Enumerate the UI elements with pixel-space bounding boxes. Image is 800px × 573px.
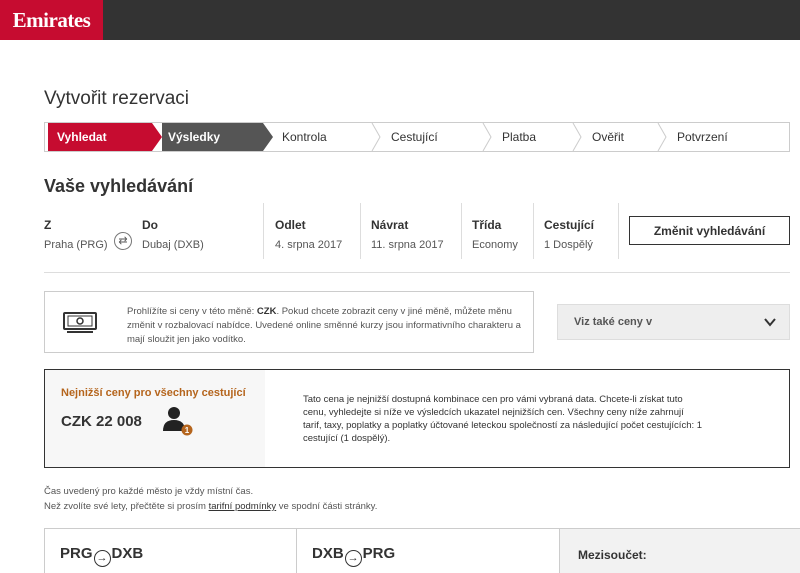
currency-code: CZK [256,306,277,317]
inbound-origin: DXB [312,545,344,562]
step-search-arrow [152,123,162,151]
depart-value: 4. srpna 2017 [275,239,343,251]
currency-select-label: Viz také ceny v [574,316,653,328]
passenger-count-badge: 1 [185,426,190,435]
currency-info-text: Prohlížíte si ceny v této měně: CZK. Pok… [127,305,527,347]
chevron-down-icon [764,318,776,327]
lowest-price-description: Tato cena je nejnižší dostupná kombinace… [303,394,703,444]
currency-text-before: Prohlížíte si ceny v této měně: [127,306,257,317]
divider [618,203,619,259]
class-value: Economy [472,239,518,251]
return-label: Návrat [371,218,409,232]
step-results-arrow [263,123,273,151]
return-value: 11. srpna 2017 [371,239,444,251]
step-passengers: Cestující [391,123,491,151]
swap-arrows-icon: ⇄ [114,232,132,250]
currency-select[interactable]: Viz také ceny v [557,304,790,340]
class-label: Třída [472,218,502,232]
step-label: Vyhledat [57,130,107,144]
divider [263,203,264,259]
fare-terms-note: Než zvolíte své lety, přečtěte si prosím… [44,501,377,512]
page-title: Vytvořit rezervaci [44,88,189,109]
step-divider-icon [657,123,667,151]
step-verify: Ověřit [592,123,662,151]
outbound-destination: DXB [111,545,144,562]
top-bar: Emirates [0,0,800,40]
fare-terms-link[interactable]: tarifní podmínky [209,501,277,512]
outbound-origin: PRG [60,545,93,562]
step-divider-icon [482,123,492,151]
lowest-price-value: CZK 22 008 [61,413,142,430]
to-label: Do [142,218,158,232]
step-label: Cestující [391,130,438,144]
step-review: Kontrola [282,123,382,151]
emirates-logo[interactable]: Emirates [0,0,103,40]
step-search[interactable]: Vyhledat [48,123,152,151]
divider [44,272,790,273]
terms-text-before: Než zvolíte své lety, přečtěte si prosím [44,501,209,512]
from-value: Praha (PRG) [44,239,108,251]
step-divider-icon [371,123,381,151]
divider [360,203,361,259]
depart-label: Odlet [275,218,306,232]
step-payment: Platba [502,123,582,151]
inbound-destination: PRG [362,545,396,562]
step-confirmation: Potvrzení [677,123,777,151]
divider [533,203,534,259]
terms-text-after: ve spodní části stránky. [276,501,378,512]
divider [461,203,462,259]
change-search-button[interactable]: Změnit vyhledávání [629,216,790,245]
inbound-route: DXB → PRG [312,545,395,567]
lowest-price-title: Nejnižší ceny pro všechny cestující [61,387,246,399]
outbound-route: PRG → DXB [60,545,143,567]
from-label: Z [44,218,52,232]
arrow-right-icon: → [93,550,111,567]
step-label: Výsledky [168,130,221,144]
passengers-label: Cestující [544,218,595,232]
step-label: Kontrola [282,130,327,144]
step-label: Ověřit [592,130,625,144]
step-label: Platba [502,130,537,144]
local-time-note: Čas uvedený pro každé město je vždy míst… [44,486,254,497]
passengers-value: 1 Dospělý [544,239,593,251]
search-summary-title: Vaše vyhledávání [44,176,194,196]
booking-progress-steps: Vyhledat Výsledky Kontrola Cestující Pla… [44,122,790,152]
to-value: Dubaj (DXB) [142,239,204,251]
subtotal-label: Mezisoučet: [578,548,647,562]
arrow-right-icon: → [344,550,362,567]
step-label: Potvrzení [677,130,728,144]
passenger-icon: 1 [163,407,193,436]
step-results[interactable]: Výsledky [162,123,263,151]
banknote-icon [63,312,97,333]
step-divider-icon [572,123,582,151]
